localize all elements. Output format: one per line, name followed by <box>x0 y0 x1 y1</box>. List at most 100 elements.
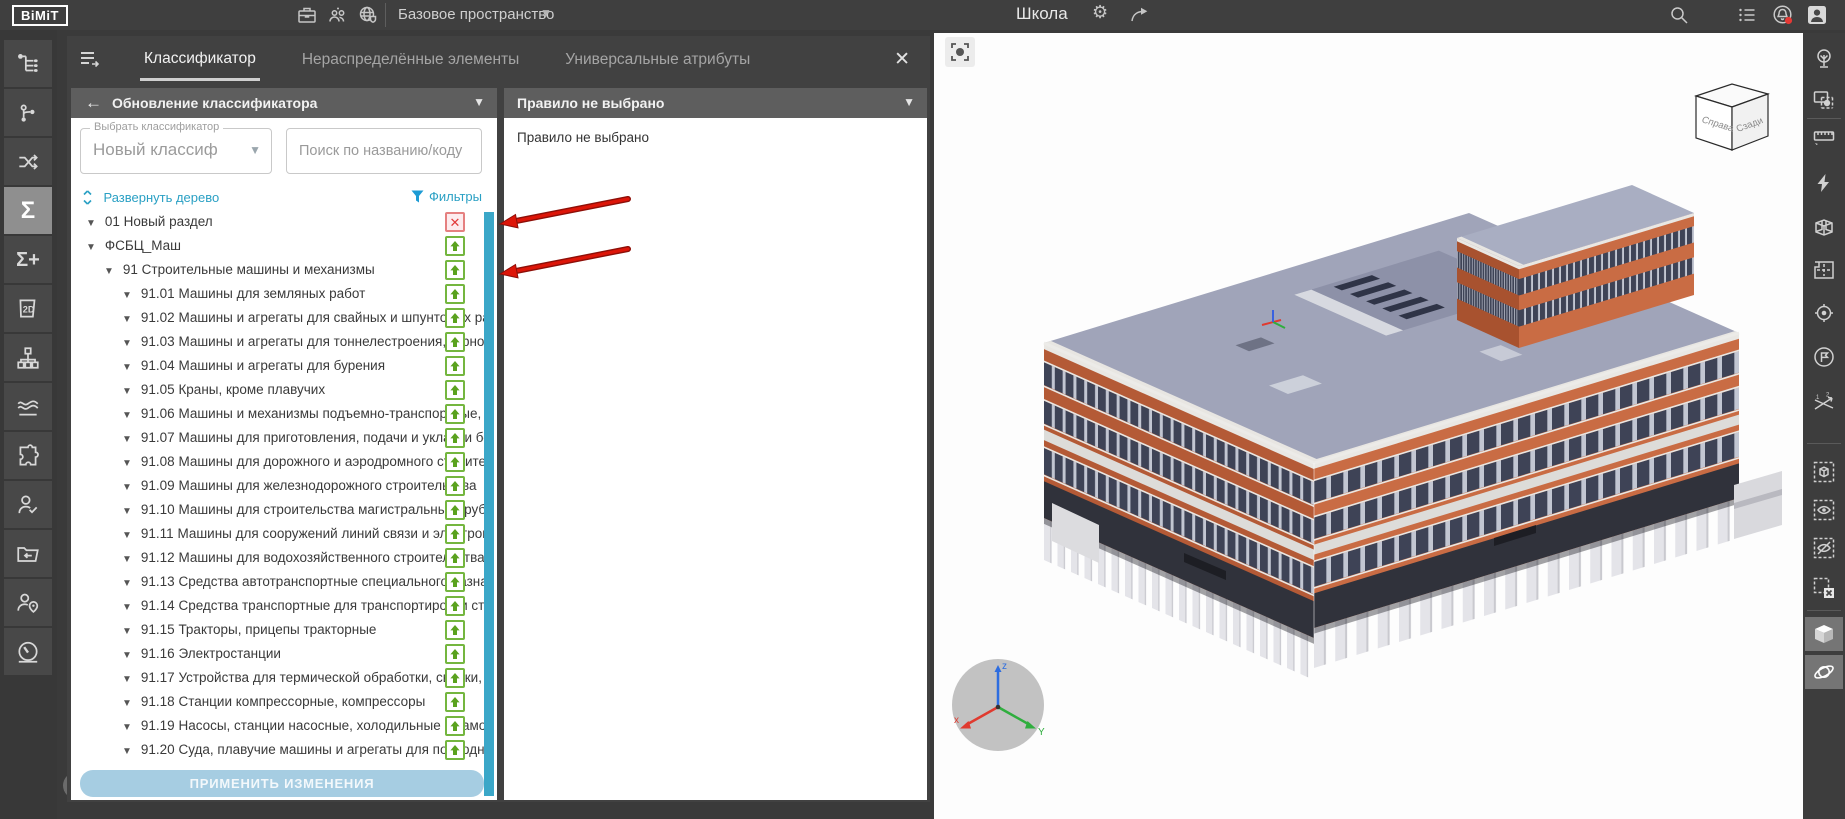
tree-item-label[interactable]: 91.20 Суда, плавучие машины и агрегаты д… <box>141 742 487 757</box>
tree-item[interactable]: ▼ 91.05 Краны, кроме плавучих <box>71 378 487 402</box>
tree-item-label[interactable]: 91.14 Средства транспортные для транспор… <box>141 598 487 613</box>
tree-item-label[interactable]: 91.08 Машины для дорожного и аэродромног… <box>141 454 487 469</box>
tree-item[interactable]: ▼ 91.09 Машины для железнодорожного строи… <box>71 474 487 498</box>
tree-caret-icon[interactable]: ▼ <box>122 314 132 325</box>
tree-item[interactable]: ▼ 91.18 Станции компрессорные, компрессор… <box>71 690 487 714</box>
notifications-icon[interactable] <box>1772 4 1794 26</box>
close-icon[interactable]: ✕ <box>894 48 910 71</box>
tree-caret-icon[interactable]: ▼ <box>122 554 132 565</box>
tree-caret-icon[interactable]: ▼ <box>122 530 132 541</box>
folder-import-button[interactable] <box>4 530 52 577</box>
shaded-view-button[interactable] <box>1805 617 1843 651</box>
clear-selection-icon[interactable] <box>1812 576 1836 600</box>
tree-item[interactable]: ▼ 91.01 Машины для земляных работ <box>71 282 487 306</box>
apply-item-button[interactable] <box>445 260 465 280</box>
tree-item[interactable]: ▼ 91.10 Машины для строительства магистра… <box>71 498 487 522</box>
briefcase-icon[interactable] <box>296 4 318 26</box>
ruler-icon[interactable] <box>1812 124 1836 148</box>
tree-item-label[interactable]: 91.17 Устройства для термической обработ… <box>141 670 487 685</box>
tree-caret-icon[interactable]: ▼ <box>122 410 132 421</box>
tree-item[interactable]: ▼ 91.02 Машины и агрегаты для свайных и ш… <box>71 306 487 330</box>
navigation-cube[interactable]: Справа Сзади <box>1688 76 1776 156</box>
hide-selection-icon[interactable] <box>1812 536 1836 560</box>
share-icon[interactable] <box>1128 4 1150 26</box>
tree-item[interactable]: ▼ 91.13 Средства автотранспортные специал… <box>71 570 487 594</box>
section-box-icon[interactable] <box>1812 215 1836 239</box>
tree-item-label[interactable]: 91.15 Тракторы, прицепы тракторные <box>141 622 377 637</box>
apply-item-button[interactable] <box>445 692 465 712</box>
orbit-button[interactable] <box>1805 655 1843 689</box>
tree-item-label[interactable]: 91.06 Машины и механизмы подъемно-трансп… <box>141 406 487 421</box>
tree-caret-icon[interactable]: ▼ <box>122 626 132 637</box>
tab-universal-attributes[interactable]: Универсальные атрибуты <box>561 39 754 79</box>
search-icon[interactable] <box>1668 4 1690 26</box>
expand-collapse-icon[interactable] <box>82 190 93 205</box>
shuffle-button[interactable] <box>4 138 52 185</box>
tree-caret-icon[interactable]: ▼ <box>122 602 132 613</box>
apply-item-button[interactable] <box>445 284 465 304</box>
tree-caret-icon[interactable]: ▼ <box>122 362 132 373</box>
waves-button[interactable] <box>4 383 52 430</box>
shield-globe-icon[interactable] <box>357 4 379 26</box>
tree-item[interactable]: ▼ 91.04 Машины и агрегаты для бурения <box>71 354 487 378</box>
apply-item-button[interactable] <box>445 236 465 256</box>
tree-item-label[interactable]: 91.07 Машины для приготовления, подачи и… <box>141 430 487 445</box>
back-arrow-icon[interactable]: ← <box>85 93 102 113</box>
tree-item-label[interactable]: 91.02 Машины и агрегаты для свайных и шп… <box>141 310 487 325</box>
tree-item-label[interactable]: 91.18 Станции компрессорные, компрессоры <box>141 694 425 709</box>
account-icon[interactable] <box>1806 4 1828 26</box>
tree-item-label[interactable]: 91.09 Машины для железнодорожного строит… <box>141 478 477 493</box>
apply-item-button[interactable] <box>445 644 465 664</box>
select-object-icon[interactable] <box>1812 88 1836 112</box>
tree-item[interactable]: ▼ 91.06 Машины и механизмы подъемно-транс… <box>71 402 487 426</box>
tree-caret-icon[interactable]: ▼ <box>122 482 132 493</box>
chevron-down-icon[interactable]: ▼ <box>540 6 552 20</box>
apply-item-button[interactable] <box>445 332 465 352</box>
tree-caret-icon[interactable]: ▼ <box>122 386 132 397</box>
hierarchy-button[interactable] <box>4 334 52 381</box>
tree-item-label[interactable]: 91 Строительные машины и механизмы <box>123 262 375 277</box>
tree-item[interactable]: ▼ 91.15 Тракторы, прицепы тракторные <box>71 618 487 642</box>
apply-item-button[interactable] <box>445 500 465 520</box>
tree-caret-icon[interactable]: ▼ <box>122 578 132 589</box>
apply-item-button[interactable] <box>445 596 465 616</box>
classifier-button[interactable]: Σ <box>4 187 52 234</box>
user-location-button[interactable] <box>4 579 52 626</box>
apply-item-button[interactable] <box>445 524 465 544</box>
tree-caret-icon[interactable]: ▼ <box>122 674 132 685</box>
gear-icon[interactable]: ⚙ <box>1092 2 1108 23</box>
flag-icon[interactable] <box>1812 345 1836 369</box>
tree-caret-icon[interactable]: ▼ <box>122 434 132 445</box>
tree-item[interactable]: ▼ 91.12 Машины для водохозяйственного стр… <box>71 546 487 570</box>
classifier-select[interactable]: Выбрать классификатор Новый классиф ▼ <box>80 121 272 174</box>
chevron-down-icon[interactable]: ▼ <box>903 95 915 109</box>
tree-caret-icon[interactable]: ▼ <box>122 698 132 709</box>
flash-icon[interactable] <box>1812 171 1836 195</box>
apply-item-button[interactable] <box>445 356 465 376</box>
apply-item-button[interactable] <box>445 572 465 592</box>
orientation-gizmo[interactable]: z x Y <box>950 655 1050 755</box>
tree-vegetation-icon[interactable] <box>1812 47 1836 71</box>
tree-caret-icon[interactable]: ▼ <box>122 338 132 349</box>
tree-caret-icon[interactable]: ▼ <box>122 290 132 301</box>
apply-item-button[interactable] <box>445 476 465 496</box>
branch-button[interactable] <box>4 89 52 136</box>
apply-item-button[interactable] <box>445 548 465 568</box>
tree-item[interactable]: ▼ 91.16 Электростанции <box>71 642 487 666</box>
workspace-selector[interactable]: Базовое пространство <box>398 6 554 23</box>
viewport-3d[interactable]: Справа Сзади z x Y <box>934 33 1803 819</box>
list-icon[interactable] <box>1736 4 1758 26</box>
user-check-button[interactable] <box>4 481 52 528</box>
isolate-selection-icon[interactable] <box>1812 460 1836 484</box>
tree-caret-icon[interactable]: ▼ <box>122 506 132 517</box>
tree-caret-icon[interactable]: ▼ <box>86 242 96 253</box>
axes-cross-icon[interactable]: 12 <box>1812 391 1836 415</box>
search-input[interactable] <box>286 128 482 174</box>
tree-item[interactable]: ▼ 01 Новый раздел ✕ <box>71 210 487 234</box>
apply-item-button[interactable] <box>445 668 465 688</box>
apply-changes-button[interactable]: ПРИМЕНИТЬ ИЗМЕНЕНИЯ <box>80 770 484 797</box>
tree-scrollbar[interactable] <box>484 212 494 796</box>
tree-item-label[interactable]: 91.10 Машины для строительства магистрал… <box>141 502 487 517</box>
classifier-add-button[interactable]: Σ+ <box>4 236 52 283</box>
apply-item-button[interactable] <box>445 308 465 328</box>
